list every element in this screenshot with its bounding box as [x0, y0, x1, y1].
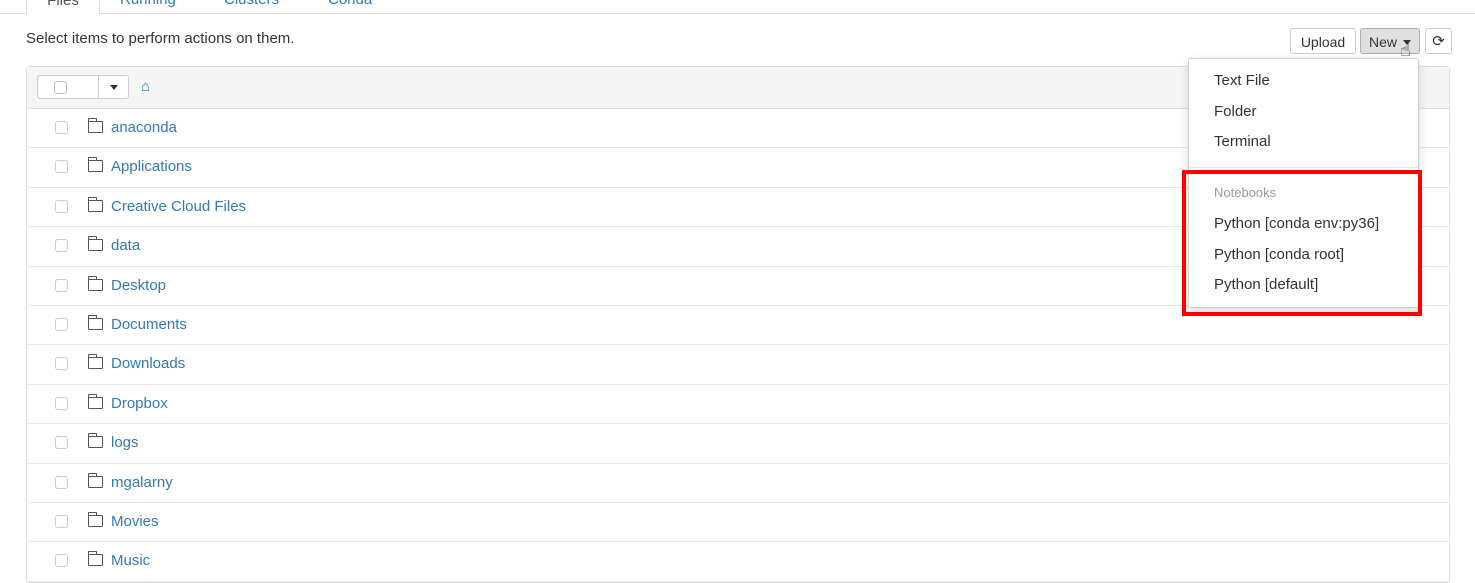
row-checkbox[interactable]: [55, 554, 68, 568]
folder-icon: [87, 551, 103, 567]
folder-icon: [87, 275, 103, 291]
list-item[interactable]: Music: [27, 542, 1449, 582]
row-checkbox[interactable]: [55, 160, 68, 174]
tab-conda[interactable]: Conda: [328, 0, 372, 13]
tab-running[interactable]: Running: [120, 0, 176, 13]
row-checkbox[interactable]: [55, 396, 68, 410]
selection-hint: Select items to perform actions on them.: [26, 30, 295, 47]
select-all-dropdown[interactable]: [37, 75, 129, 99]
folder-link[interactable]: anaconda: [111, 119, 177, 136]
folder-link[interactable]: Movies: [111, 513, 159, 530]
chevron-down-icon[interactable]: [110, 85, 118, 90]
list-item[interactable]: Downloads: [27, 345, 1449, 385]
row-checkbox[interactable]: [55, 475, 68, 489]
new-button[interactable]: New: [1360, 28, 1420, 54]
folder-icon: [87, 236, 103, 252]
folder-icon: [87, 354, 103, 370]
folder-icon: [87, 314, 103, 330]
refresh-icon: ⟳: [1432, 33, 1445, 50]
folder-icon: [87, 433, 103, 449]
folder-link[interactable]: Applications: [111, 158, 192, 175]
divider: [98, 76, 99, 98]
row-checkbox[interactable]: [55, 239, 68, 253]
folder-link[interactable]: Creative Cloud Files: [111, 198, 246, 215]
folder-link[interactable]: logs: [111, 434, 139, 451]
menu-item-text-file[interactable]: Text File: [1214, 72, 1270, 89]
tab-bar: Files Running Clusters Conda: [0, 0, 1475, 15]
folder-link[interactable]: Dropbox: [111, 395, 168, 412]
home-icon[interactable]: ⌂: [141, 78, 150, 95]
menu-item-folder[interactable]: Folder: [1214, 103, 1257, 120]
row-checkbox[interactable]: [55, 121, 68, 134]
row-checkbox[interactable]: [55, 278, 68, 292]
tab-files[interactable]: Files: [26, 0, 100, 15]
row-checkbox[interactable]: [55, 436, 68, 450]
list-item[interactable]: Movies: [27, 503, 1449, 543]
folder-link[interactable]: Music: [111, 552, 150, 569]
row-checkbox[interactable]: [55, 199, 68, 213]
row-checkbox[interactable]: [55, 317, 68, 331]
folder-icon: [87, 196, 103, 212]
folder-link[interactable]: Downloads: [111, 355, 185, 372]
row-checkbox[interactable]: [55, 514, 68, 528]
menu-item-terminal[interactable]: Terminal: [1214, 133, 1271, 150]
highlight-box: [1182, 170, 1422, 316]
folder-icon: [87, 511, 103, 527]
folder-link[interactable]: Desktop: [111, 277, 166, 294]
folder-link[interactable]: mgalarny: [111, 474, 173, 491]
tab-clusters[interactable]: Clusters: [224, 0, 279, 13]
folder-icon: [87, 157, 103, 173]
folder-link[interactable]: Documents: [111, 316, 187, 333]
upload-button[interactable]: Upload: [1290, 28, 1356, 54]
row-checkbox[interactable]: [55, 357, 68, 371]
folder-icon: [87, 393, 103, 409]
folder-icon: [87, 118, 103, 133]
folder-link[interactable]: data: [111, 237, 140, 254]
menu-divider: [1189, 167, 1418, 168]
refresh-button[interactable]: ⟳: [1425, 28, 1452, 54]
list-item[interactable]: logs: [27, 424, 1449, 464]
new-button-label: New: [1369, 34, 1398, 50]
select-all-checkbox[interactable]: [54, 81, 67, 94]
list-item[interactable]: Dropbox: [27, 385, 1449, 425]
folder-icon: [87, 472, 103, 488]
list-item[interactable]: mgalarny: [27, 464, 1449, 503]
